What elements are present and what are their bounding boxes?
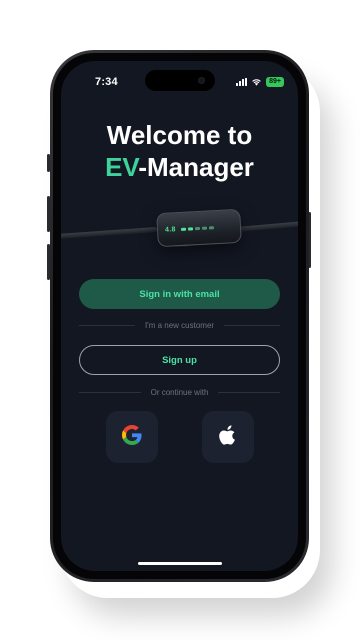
ev-charger-illustration: 4.8 xyxy=(61,199,298,261)
brand-rest: -Manager xyxy=(138,152,254,182)
phone-bezel: 7:34 89+ Welcome to EV-Manager 4.8 Sign … xyxy=(53,53,306,579)
welcome-line: Welcome to xyxy=(106,120,253,150)
wifi-icon xyxy=(251,78,262,86)
apple-sign-in-button[interactable] xyxy=(201,411,254,463)
brand-name: EV-Manager xyxy=(61,151,298,183)
apple-icon xyxy=(218,424,237,450)
google-sign-in-button[interactable] xyxy=(105,411,158,463)
status-time: 7:34 xyxy=(95,76,118,88)
charger-leds xyxy=(180,225,214,231)
app-screen: 7:34 89+ Welcome to EV-Manager 4.8 Sign … xyxy=(61,61,298,571)
new-customer-label: I'm a new customer xyxy=(144,320,215,330)
phone-frame: 7:34 89+ Welcome to EV-Manager 4.8 Sign … xyxy=(50,50,309,582)
charger-cable-right xyxy=(236,219,298,232)
sign-in-email-button[interactable]: Sign in with email xyxy=(79,279,280,309)
brand-accent: EV xyxy=(105,152,139,182)
social-login-row xyxy=(61,411,298,463)
sign-up-button[interactable]: Sign up xyxy=(79,345,280,375)
google-icon xyxy=(121,424,142,450)
battery-icon: 89+ xyxy=(266,77,284,87)
home-indicator[interactable] xyxy=(137,562,222,565)
charger-display: 4.8 xyxy=(164,225,176,234)
status-icons: 89+ xyxy=(236,77,284,87)
dynamic-island xyxy=(144,70,215,91)
continue-with-divider: Or continue with xyxy=(79,386,280,398)
cellular-signal-icon xyxy=(236,78,248,86)
continue-with-label: Or continue with xyxy=(150,387,209,397)
charger-cable-left xyxy=(61,227,158,239)
new-customer-divider: I'm a new customer xyxy=(79,319,281,331)
front-camera-icon xyxy=(197,77,205,84)
charger-unit: 4.8 xyxy=(156,208,242,248)
welcome-title: Welcome to EV-Manager xyxy=(61,119,298,183)
